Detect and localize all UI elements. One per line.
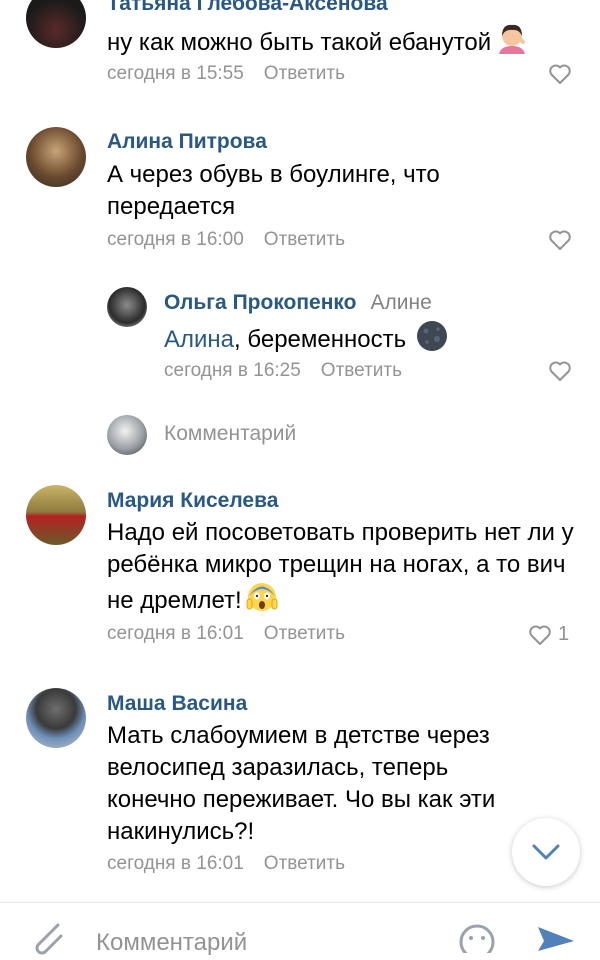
comment-text: ну как можно быть такой ебанутой (107, 24, 577, 63)
comment-time[interactable]: сегодня в 16:25 (164, 360, 301, 381)
comment-meta: сегодня в 16:25 Ответить (164, 360, 402, 382)
reply-comment: Ольга Прокопенко Алине Алина, беременност… (0, 275, 600, 390)
heart-outline-icon (529, 625, 551, 645)
send-arrow-icon (538, 927, 574, 951)
heart-outline-icon (549, 64, 571, 84)
avatar[interactable] (26, 127, 86, 187)
comment-author[interactable]: Маша Васина (107, 692, 247, 716)
chevron-down-icon (532, 844, 560, 860)
heart-outline-icon (549, 230, 571, 250)
reply-button[interactable]: Ответить (264, 623, 345, 644)
avatar[interactable] (26, 0, 86, 48)
reply-button[interactable]: Ответить (264, 63, 345, 84)
comment: Мария Киселева Надо ей посоветовать пров… (0, 470, 600, 675)
comment-input[interactable]: Комментарий (96, 929, 247, 957)
thread-reply-input[interactable]: Комментарий (0, 400, 600, 470)
comment-text: Алина, беременность (164, 320, 564, 361)
heart-outline-icon (549, 361, 571, 381)
scroll-down-button[interactable] (512, 818, 580, 886)
comment-author[interactable]: Татьяна Глебова-Аксенова (107, 0, 388, 16)
comment-text-body: , беременность (234, 325, 407, 353)
comment-text-body: Надо ей посоветовать проверить нет ли у … (107, 519, 574, 614)
avatar (107, 415, 147, 455)
reply-button[interactable]: Ответить (321, 360, 402, 381)
send-button[interactable] (536, 923, 576, 956)
comment-time[interactable]: сегодня в 16:00 (107, 229, 244, 250)
like-button[interactable] (548, 360, 572, 382)
like-button[interactable]: 1 (528, 623, 569, 646)
comment-meta: сегодня в 15:55 Ответить (107, 63, 345, 85)
smiley-icon[interactable] (458, 923, 496, 960)
comment-meta: сегодня в 16:00 Ответить (107, 229, 345, 251)
woman-facepalm-icon (495, 24, 529, 63)
comment: Алина Питрова А через обувь в боулинге, … (0, 100, 600, 275)
comment-composer: Комментарий (0, 902, 600, 960)
comment-text: Мать слабоумием в детстве через велосипе… (107, 722, 496, 845)
reply-button[interactable]: Ответить (264, 229, 345, 250)
paperclip-icon[interactable] (28, 921, 64, 960)
thread-reply-placeholder[interactable]: Комментарий (164, 422, 296, 446)
avatar[interactable] (26, 688, 86, 748)
comment-author[interactable]: Алина Питрова (107, 130, 267, 154)
comment-author-name[interactable]: Ольга Прокопенко (164, 291, 357, 314)
comment-text: А через обувь в боулинге, что передается (107, 161, 440, 220)
avatar[interactable] (107, 287, 147, 327)
comment-time[interactable]: сегодня в 16:01 (107, 623, 244, 644)
comment-text: Надо ей посоветовать проверить нет ли у … (107, 517, 577, 622)
comment-meta: сегодня в 16:01 Ответить (107, 623, 345, 645)
new-moon-face-icon (416, 320, 448, 361)
avatar[interactable] (26, 485, 86, 545)
face-screaming-icon (246, 581, 278, 622)
reply-addressee[interactable]: Алине (371, 291, 432, 314)
comment-author[interactable]: Мария Киселева (107, 489, 278, 513)
reply-mention[interactable]: Алина (164, 326, 234, 353)
comment-text-body: ну как можно быть такой ебанутой (107, 28, 492, 56)
comment-time[interactable]: сегодня в 15:55 (107, 63, 244, 84)
like-button[interactable] (548, 63, 572, 85)
comment: Маша Васина Мать слабоумием в детстве че… (0, 675, 600, 900)
comment-time[interactable]: сегодня в 16:01 (107, 853, 244, 874)
comment-meta: сегодня в 16:01 Ответить (107, 853, 345, 875)
like-count: 1 (558, 623, 570, 645)
comment: Татьяна Глебова-Аксенова ну как можно бы… (0, 0, 600, 100)
like-button[interactable] (548, 229, 572, 251)
reply-button[interactable]: Ответить (264, 853, 345, 874)
comment-author[interactable]: Ольга Прокопенко Алине (164, 291, 432, 315)
